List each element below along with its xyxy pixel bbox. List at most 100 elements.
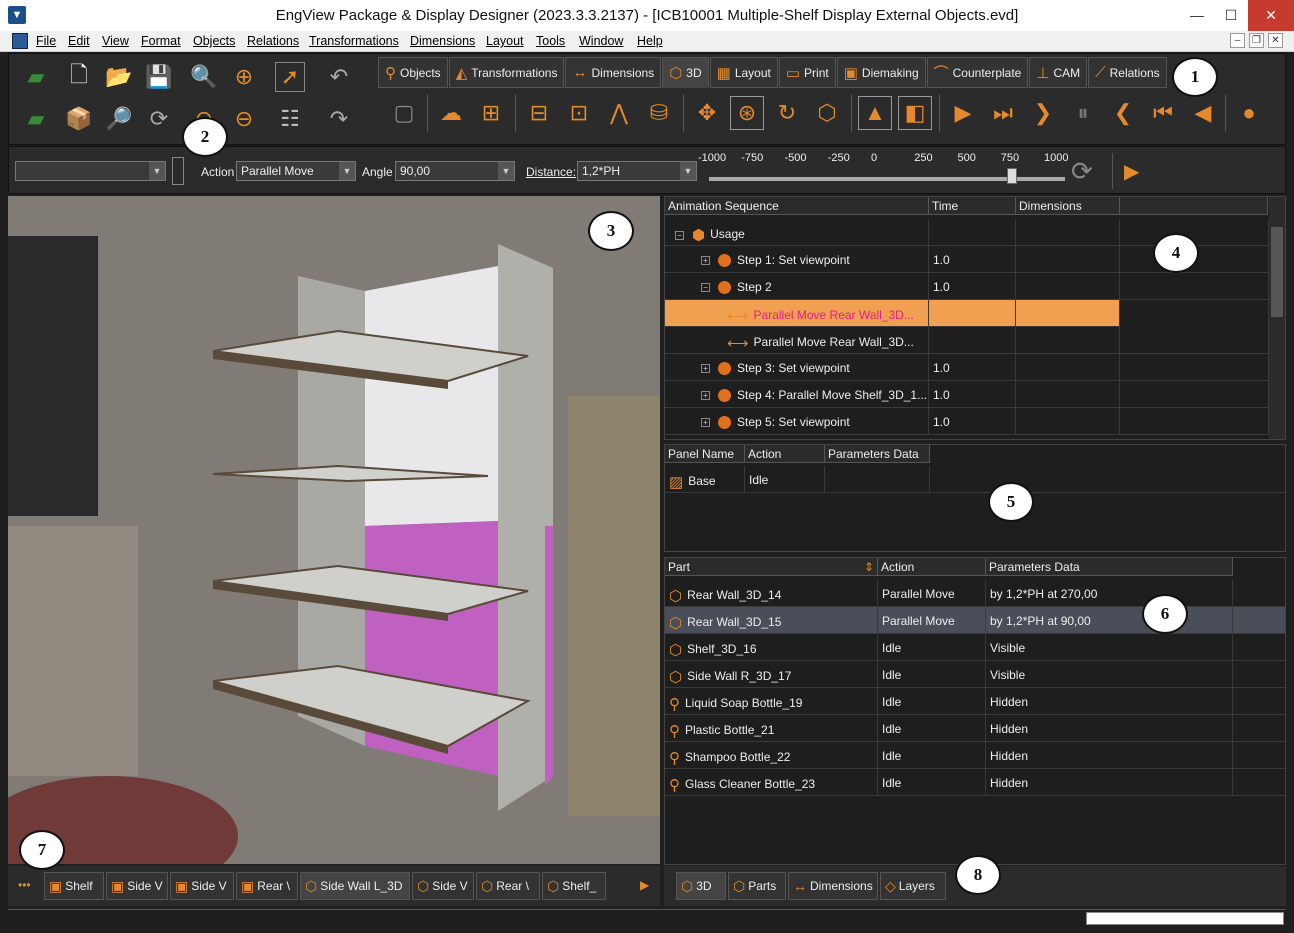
scrollbar-thumb[interactable] xyxy=(1271,227,1283,317)
table-row[interactable]: + Step 5: Set viewpoint 1.0 xyxy=(665,408,1269,435)
new-document-icon[interactable]: 🗋 xyxy=(64,62,94,92)
table-row[interactable]: + Step 3: Set viewpoint 1.0 xyxy=(665,354,1269,381)
background-image-icon[interactable]: ▲ xyxy=(858,96,892,130)
mdi-restore-button[interactable]: ❐ xyxy=(1249,33,1264,48)
expand-icon[interactable]: + xyxy=(701,364,710,374)
table-row[interactable]: − Step 2 1.0 xyxy=(665,273,1269,300)
color-swatch[interactable] xyxy=(172,157,184,185)
open-folder-icon[interactable]: 📂 xyxy=(104,62,134,92)
tab-cam[interactable]: ⊥ CAM xyxy=(1029,57,1088,88)
bottom-tab-side-wall[interactable]: ⬡ Side V xyxy=(412,872,474,900)
expand-icon[interactable]: + xyxy=(701,256,710,266)
bottom-tab-side-wall-l[interactable]: ⬡ Side Wall L_3D xyxy=(300,872,410,900)
tab-objects[interactable]: ⚲ Objects xyxy=(378,57,448,88)
parts-grid-icon[interactable]: ⊞ xyxy=(474,96,508,130)
step-forward-icon[interactable]: ❯ xyxy=(1026,96,1060,130)
bottom-tab-rear-wall[interactable]: ⬡ Rear \ xyxy=(476,872,540,900)
menu-relations[interactable]: Relations xyxy=(247,34,299,48)
tab-dimensions[interactable]: ↔ Dimensions xyxy=(565,57,662,88)
redo-icon[interactable]: ↷ xyxy=(324,104,354,134)
menu-objects[interactable]: Objects xyxy=(193,34,235,48)
mountain-icon[interactable]: ⋀ xyxy=(602,96,636,130)
menu-transformations[interactable]: Transformations xyxy=(309,34,399,48)
table-row[interactable]: + Step 4: Parallel Move Shelf_3D_1... 1.0 xyxy=(665,381,1269,408)
unfold-icon[interactable]: ⊡ xyxy=(562,96,596,130)
tab-dimensions[interactable]: ↔ Dimensions xyxy=(788,872,878,900)
table-row[interactable]: ⬡ Side Wall R_3D_17 Idle Visible xyxy=(665,661,1285,688)
col-time[interactable]: Time xyxy=(929,197,1016,215)
col-dimensions[interactable]: Dimensions xyxy=(1016,197,1120,215)
select-pointer-icon[interactable]: ➚ xyxy=(275,62,305,92)
play-icon[interactable]: ▶ xyxy=(946,96,980,130)
col-parameters-data[interactable]: Parameters Data xyxy=(825,445,930,463)
layout-grid-icon[interactable]: ☷ xyxy=(275,104,305,134)
more-tabs-button[interactable]: ••• xyxy=(18,878,31,892)
tab-diemaking[interactable]: ▣ Diemaking xyxy=(836,57,926,88)
shaded-box-icon[interactable]: ◧ xyxy=(898,96,932,130)
export-page-icon[interactable]: ▢ xyxy=(387,96,421,130)
menu-window[interactable]: Window xyxy=(579,34,623,48)
close-button[interactable]: ✕ xyxy=(1248,0,1294,31)
table-row[interactable]: ⬡ Rear Wall_3D_14 Parallel Move by 1,2*PH a… xyxy=(665,580,1285,607)
table-row[interactable]: ⚲ Glass Cleaner Bottle_23 Idle Hidden xyxy=(665,769,1285,796)
maximize-button[interactable]: ☐ xyxy=(1214,0,1248,31)
menu-file[interactable]: File xyxy=(36,34,56,48)
move-icon[interactable]: ✥ xyxy=(690,96,724,130)
bottom-tab-rear-wall[interactable]: ▣ Rear \ xyxy=(236,872,298,900)
collapse-icon[interactable]: − xyxy=(701,283,710,293)
tab-3d-view[interactable]: ⬡ 3D xyxy=(676,872,726,900)
zoom-in-icon[interactable]: ⊕ xyxy=(229,62,259,92)
scroll-right-icon[interactable]: ▶ xyxy=(640,878,649,892)
table-row[interactable]: ⚲ Plastic Bottle_21 Idle Hidden xyxy=(665,715,1285,742)
col-action[interactable]: Action xyxy=(878,558,986,576)
col-action[interactable]: Action xyxy=(745,445,825,463)
undo-icon[interactable]: ↶ xyxy=(324,62,354,92)
tab-parts[interactable]: ⬡ Parts xyxy=(728,872,786,900)
bottom-tab-shelf[interactable]: ⬡ Shelf_ xyxy=(542,872,606,900)
tab-transformations[interactable]: ◭ Transformations xyxy=(448,57,565,88)
bottom-tab-side-wall[interactable]: ▣ Side V xyxy=(106,872,168,900)
col-animation-sequence[interactable]: Animation Sequence xyxy=(665,197,929,215)
cylinder-icon[interactable]: ⛁ xyxy=(642,96,676,130)
vertical-scrollbar[interactable] xyxy=(1269,197,1285,439)
3d-viewport[interactable] xyxy=(8,196,660,864)
table-row[interactable]: ▨ Base Idle xyxy=(665,466,1285,493)
bottom-tab-shelf[interactable]: ▣ Shelf xyxy=(44,872,104,900)
menu-tools[interactable]: Tools xyxy=(536,34,565,48)
table-row[interactable]: ⟷ Parallel Move Rear Wall_3D... xyxy=(665,300,1269,327)
tab-layout[interactable]: ▦ Layout xyxy=(709,57,778,88)
col-parameters-data[interactable]: Parameters Data xyxy=(986,558,1233,576)
col-panel-name[interactable]: Panel Name xyxy=(665,445,745,463)
minimize-button[interactable]: — xyxy=(1180,0,1214,31)
table-row[interactable]: ⬡ Shelf_3D_16 Idle Visible xyxy=(665,634,1285,661)
play-to-end-icon[interactable]: ⏭ xyxy=(986,96,1020,130)
tab-print[interactable]: ▭ Print xyxy=(778,57,836,88)
pause-icon[interactable]: ⏸ xyxy=(1066,96,1100,130)
mdi-close-button[interactable]: ✕ xyxy=(1268,33,1283,48)
play-reverse-icon[interactable]: ◀ xyxy=(1186,96,1220,130)
expand-icon[interactable]: + xyxy=(701,391,710,401)
orbit-icon[interactable]: ⊛ xyxy=(730,96,764,130)
tab-layers[interactable]: ◇ Layers xyxy=(880,872,946,900)
tab-relations[interactable]: ⟋ Relations xyxy=(1088,57,1167,88)
engview-logo-icon[interactable]: ▰ xyxy=(21,62,51,92)
box-open-icon[interactable]: 📦 xyxy=(64,104,94,134)
table-row[interactable]: ⚲ Liquid Soap Bottle_19 Idle Hidden xyxy=(665,688,1285,715)
green-folder-icon[interactable]: ▰ xyxy=(21,104,51,134)
rewind-to-start-icon[interactable]: ⏮ xyxy=(1146,96,1180,130)
record-video-icon[interactable]: ▶ xyxy=(1124,159,1139,184)
object-select[interactable]: ▼ xyxy=(15,161,166,181)
rotate-icon[interactable]: ↻ xyxy=(770,96,804,130)
menu-view[interactable]: View xyxy=(102,34,129,48)
refresh-icon[interactable]: ⟳ xyxy=(144,104,174,134)
distance-select[interactable]: 1,2*PH ▼ xyxy=(577,161,697,181)
slider-thumb[interactable] xyxy=(1006,168,1017,184)
table-row[interactable]: ⚲ Shampoo Bottle_22 Idle Hidden xyxy=(665,742,1285,769)
preview-icon[interactable]: 🔎 xyxy=(104,104,134,134)
save-icon[interactable]: 💾 xyxy=(144,62,174,92)
menu-layout[interactable]: Layout xyxy=(486,34,524,48)
menu-dimensions[interactable]: Dimensions xyxy=(410,34,475,48)
tab-counterplate[interactable]: ⌒ Counterplate xyxy=(926,57,1029,88)
action-select[interactable]: Parallel Move ▼ xyxy=(236,161,356,181)
angle-select[interactable]: 90,00 ▼ xyxy=(395,161,515,181)
